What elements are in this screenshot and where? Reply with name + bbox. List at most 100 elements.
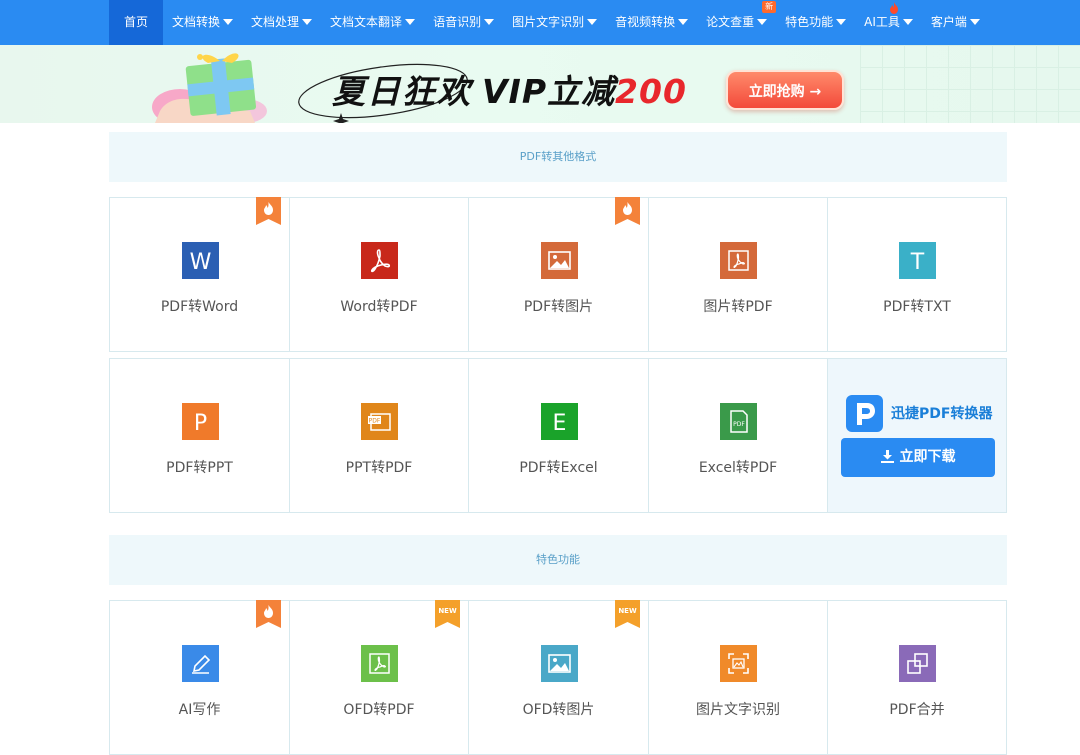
ofd-image-icon	[540, 645, 578, 682]
nav-label: 图片文字识别	[512, 15, 585, 29]
tool-image-ocr[interactable]: 图片文字识别	[648, 600, 827, 755]
fire-icon	[890, 2, 899, 14]
nav-item-client[interactable]: 客户端	[922, 0, 989, 45]
svg-text:P: P	[193, 411, 206, 436]
tool-pdf-to-txt[interactable]: T PDF转TXT	[827, 197, 1007, 352]
tool-label: PDF转TXT	[883, 299, 951, 315]
vip-amount: 200	[615, 72, 687, 111]
download-promo-card: 迅捷PDF转换器 立即下载	[827, 358, 1007, 513]
ppt-pdf-icon: PDF	[361, 403, 398, 440]
nav-label: 特色功能	[785, 15, 834, 29]
tool-pdf-to-ppt[interactable]: P PDF转PPT	[109, 358, 289, 513]
tool-pdf-to-word[interactable]: W PDF转Word	[109, 197, 289, 352]
nav-label: 文档处理	[251, 15, 300, 29]
section-title-features: 特色功能	[109, 535, 1007, 585]
tool-ofd-to-image[interactable]: NEW OFD转图片	[468, 600, 648, 755]
excel-pdf-icon: PDF	[720, 403, 757, 440]
svg-text:E: E	[552, 411, 566, 436]
banner-headline: 夏日狂欢	[332, 72, 472, 111]
promo-banner[interactable]: 夏日狂欢 VIP立减200 立即抢购 →	[0, 45, 1080, 123]
chevron-down-icon	[836, 19, 847, 25]
banner-vip-offer: VIP立减200	[482, 65, 687, 113]
nav-item-media[interactable]: 音视频转换	[606, 0, 697, 45]
tool-label: OFD转图片	[522, 702, 595, 718]
tool-label: Excel转PDF	[698, 460, 778, 476]
nav-item-doc-process[interactable]: 文档处理	[242, 0, 321, 45]
banner-grid-decoration	[860, 45, 1080, 123]
txt-icon: T	[899, 242, 936, 279]
chevron-down-icon	[587, 19, 598, 25]
gift-icon	[152, 53, 267, 123]
nav-label: 客户端	[930, 15, 967, 29]
nav-label: 语音识别	[433, 15, 482, 29]
pdf-icon	[361, 242, 398, 279]
tool-word-to-pdf[interactable]: Word转PDF	[289, 197, 468, 352]
nav-item-ai-tools[interactable]: AI工具	[855, 0, 922, 45]
buy-now-button[interactable]: 立即抢购 →	[726, 70, 844, 110]
tool-label: PDF转PPT	[166, 460, 233, 476]
download-label: 立即下载	[899, 449, 956, 465]
nav-item-speech[interactable]: 语音识别	[424, 0, 503, 45]
nav-item-doc-convert[interactable]: 文档转换	[163, 0, 242, 45]
section-title-pdf-convert: PDF转其他格式	[109, 132, 1007, 182]
tool-ai-writing[interactable]: AI写作	[109, 600, 289, 755]
nav-label: 文档文本翻译	[330, 15, 403, 29]
nav-label: 论文查重	[706, 15, 755, 29]
excel-icon: E	[540, 403, 578, 440]
tool-label: 图片文字识别	[696, 702, 780, 718]
svg-text:PDF: PDF	[733, 421, 745, 428]
tool-grid-row-2: P PDF转PPT PDF PPT转PDF E PDF转Excel PDF Ex…	[109, 358, 1007, 513]
tool-excel-to-pdf[interactable]: PDF Excel转PDF	[648, 358, 827, 513]
hot-ribbon-icon	[615, 197, 640, 225]
nav-label: 音视频转换	[615, 15, 676, 29]
top-nav: 首页 文档转换 文档处理 文档文本翻译 语音识别 图片文字识别 音视频转换 论文…	[0, 0, 1080, 45]
tool-ofd-to-pdf[interactable]: NEW OFD转PDF	[289, 600, 468, 755]
svg-text:NEW: NEW	[438, 607, 457, 615]
promo-title: 迅捷PDF转换器	[891, 406, 993, 422]
tool-pdf-to-image[interactable]: PDF转图片	[468, 197, 648, 352]
chevron-down-icon	[223, 19, 234, 25]
tool-label: PDF转Word	[160, 299, 239, 315]
nav-label: AI工具	[864, 15, 900, 29]
tool-pdf-to-excel[interactable]: E PDF转Excel	[468, 358, 648, 513]
pdf-image-icon	[720, 242, 757, 279]
nav-item-translate[interactable]: 文档文本翻译	[321, 0, 424, 45]
tool-ppt-to-pdf[interactable]: PDF PPT转PDF	[289, 358, 468, 513]
new-ribbon-icon: NEW	[435, 600, 460, 628]
svg-text:T: T	[910, 250, 925, 275]
nav-item-plagiarism[interactable]: 论文查重新	[697, 0, 777, 45]
hot-ribbon-icon	[256, 600, 281, 628]
download-now-button[interactable]: 立即下载	[841, 438, 995, 477]
tool-pdf-merge[interactable]: PDF合并	[827, 600, 1007, 755]
tool-label: PDF合并	[889, 702, 945, 718]
merge-icon	[899, 645, 936, 682]
ofd-pdf-icon	[361, 645, 398, 682]
chevron-down-icon	[902, 19, 913, 25]
tool-label: OFD转PDF	[343, 702, 415, 718]
nav-label: 首页	[124, 15, 149, 29]
nav-menu: 首页 文档转换 文档处理 文档文本翻译 语音识别 图片文字识别 音视频转换 论文…	[109, 0, 989, 45]
xunjie-pdf-logo-icon	[846, 395, 883, 432]
feature-grid-row-1: AI写作 NEW OFD转PDF NEW OFD转图片 图片文字识别 PDF合并	[109, 600, 1007, 755]
chevron-down-icon	[757, 19, 768, 25]
tool-label: PDF转图片	[523, 299, 594, 315]
new-ribbon-icon: NEW	[615, 600, 640, 628]
tool-label: PDF转Excel	[519, 460, 598, 476]
nav-item-home[interactable]: 首页	[109, 0, 164, 45]
ppt-icon: P	[181, 403, 219, 440]
tool-label: Word转PDF	[340, 299, 418, 315]
chevron-down-icon	[484, 19, 495, 25]
vip-prefix: VIP立减	[482, 72, 616, 111]
nav-item-features[interactable]: 特色功能	[776, 0, 855, 45]
tool-label: PPT转PDF	[345, 460, 413, 476]
word-icon: W	[181, 242, 219, 279]
nav-item-ocr[interactable]: 图片文字识别	[503, 0, 606, 45]
image-icon	[540, 242, 578, 279]
tool-image-to-pdf[interactable]: 图片转PDF	[648, 197, 827, 352]
svg-text:PDF: PDF	[369, 418, 381, 425]
ocr-icon	[720, 645, 757, 682]
download-icon	[880, 450, 894, 463]
chevron-down-icon	[678, 19, 689, 25]
nav-label: 文档转换	[172, 15, 221, 29]
tool-grid-row-1: W PDF转Word Word转PDF PDF转图片 图片转PDF T PDF转…	[109, 197, 1007, 352]
